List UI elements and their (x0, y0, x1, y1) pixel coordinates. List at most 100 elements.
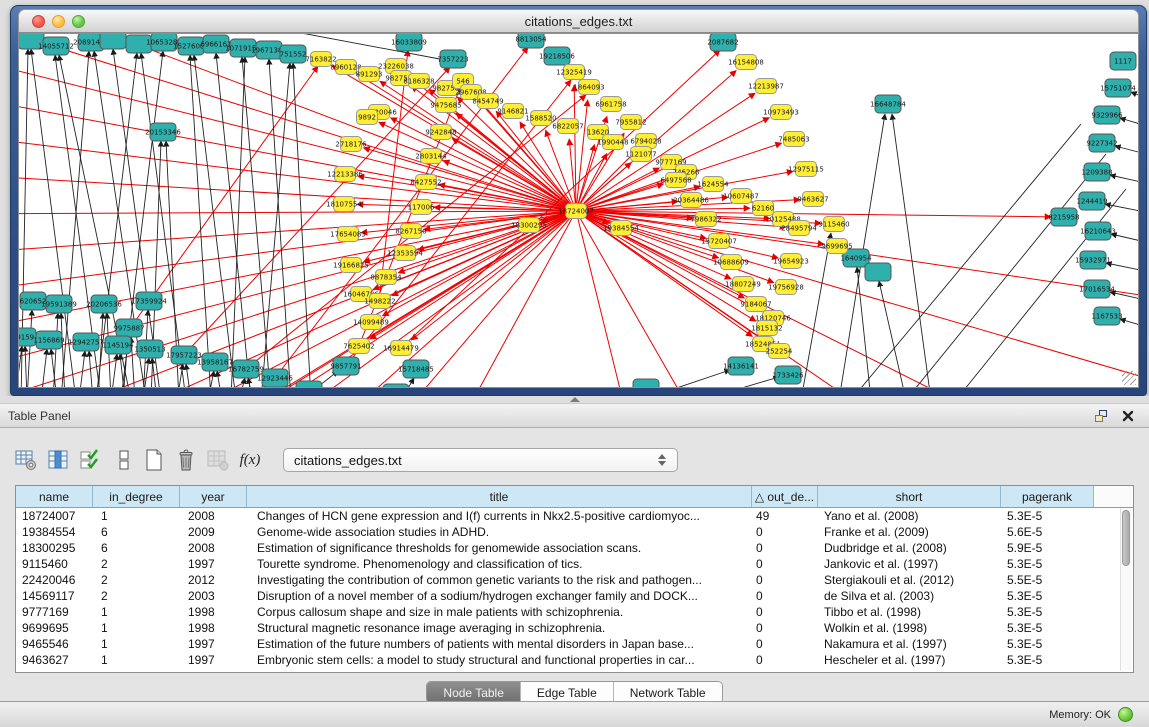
float-panel-icon[interactable] (1094, 409, 1109, 423)
graph-node[interactable]: 16914479 (383, 341, 419, 356)
graph-node[interactable]: 6961758 (595, 97, 626, 112)
panel-splitter[interactable] (0, 396, 1149, 403)
splitter-handle-icon[interactable] (570, 397, 580, 402)
table-mode-button[interactable] (12, 446, 40, 474)
graph-node[interactable]: 9227342 (1086, 134, 1117, 152)
graph-node[interactable]: 9463627 (797, 192, 828, 207)
table-row[interactable]: 1938455462009Genome-wide association stu… (16, 524, 1133, 540)
graph-node[interactable]: 751552 (280, 45, 307, 63)
table-source-select[interactable]: citations_edges.txt (283, 448, 678, 472)
graph-node[interactable]: 6822057 (552, 119, 583, 134)
column-header-2[interactable]: year (180, 486, 247, 507)
graph-node[interactable]: 19591389 (41, 295, 77, 313)
column-header-0[interactable]: name (16, 486, 93, 507)
graph-node[interactable]: 10973493 (763, 105, 799, 120)
network-canvas[interactable]: 1405571220891406106532871527600269661611… (18, 33, 1139, 388)
table-row[interactable]: 977716911998Corpus callosum shape and si… (16, 604, 1133, 620)
graph-node[interactable]: 20153346 (145, 123, 181, 141)
graph-node[interactable]: 9857791 (330, 357, 361, 375)
tab-edge-table[interactable]: Edge Table (521, 682, 614, 703)
graph-node[interactable]: 1156869 (33, 331, 64, 349)
graph-node[interactable]: 7357223 (437, 50, 468, 68)
new-column-button[interactable] (140, 446, 168, 474)
table-row[interactable]: 2242004622012Investigating the contribut… (16, 572, 1133, 588)
column-header-4[interactable]: △ out_de... (752, 486, 818, 507)
graph-node[interactable]: 12213386 (327, 167, 363, 182)
graph-node[interactable]: 19218506 (539, 47, 575, 65)
table-row[interactable]: 1872400712008Changes of HCN gene express… (16, 508, 1133, 524)
graph-node[interactable] (633, 379, 659, 388)
graph-node[interactable]: 9184067 (740, 297, 771, 312)
graph-node[interactable]: 14099489 (353, 315, 389, 330)
select-rows-button[interactable] (76, 446, 104, 474)
graph-node[interactable]: 19756928 (768, 280, 804, 295)
graph-node[interactable]: 8267150 (395, 224, 426, 239)
table-row[interactable]: 946362711997Embryonic stem cells: a mode… (16, 652, 1133, 668)
graph-node[interactable]: 12325419 (556, 65, 592, 80)
table-scrollbar[interactable] (1120, 508, 1132, 671)
graph-node[interactable]: 9115460 (818, 217, 849, 232)
network-window[interactable]: citations_edges.txt 14055712208914061065… (10, 5, 1147, 396)
graph-node[interactable]: 9975887 (113, 319, 144, 337)
delete-column-button[interactable] (172, 446, 200, 474)
graph-node[interactable]: 8813054 (515, 34, 547, 48)
graph-node[interactable]: 12353594 (387, 246, 423, 261)
table-row[interactable]: 1830029562008Estimation of significance … (16, 540, 1133, 556)
graph-node[interactable]: 19654923 (773, 254, 809, 269)
graph-node[interactable]: 16154808 (728, 55, 764, 70)
graph-node[interactable]: 17359924 (131, 292, 167, 310)
tab-network-table[interactable]: Network Table (614, 682, 722, 703)
graph-node[interactable]: 10688609 (713, 255, 749, 270)
graph-node[interactable]: 8215958 (1048, 208, 1079, 226)
graph-node[interactable] (865, 263, 891, 281)
graph-node[interactable]: 15751074 (1100, 79, 1136, 97)
graph-node[interactable]: 12923446 (257, 369, 293, 387)
table-row[interactable]: 946554611997Estimation of the future num… (16, 636, 1133, 652)
column-visibility-button[interactable] (44, 446, 72, 474)
column-header-1[interactable]: in_degree (93, 486, 180, 507)
graph-node[interactable]: 9329966 (1091, 106, 1123, 124)
graph-node[interactable]: 18107554 (326, 197, 362, 212)
graph-node[interactable]: 1733426 (772, 366, 804, 384)
graph-node[interactable]: 1244419 (1076, 192, 1107, 210)
table-scrollbar-thumb[interactable] (1122, 510, 1130, 566)
graph-node[interactable]: 15718485 (398, 360, 434, 378)
graph-node[interactable]: 12942757 (68, 333, 104, 351)
graph-node[interactable]: 1145194 (102, 336, 134, 354)
table-row[interactable]: 1456911722003Disruption of a novel membe… (16, 588, 1133, 604)
function-builder-button[interactable]: f(x) (236, 446, 264, 474)
graph-node[interactable]: 7485063 (778, 132, 809, 147)
graph-node[interactable]: 1350513 (134, 340, 165, 358)
column-header-5[interactable]: short (818, 486, 1001, 507)
table-row[interactable]: 969969511998Structural magnetic resonanc… (16, 620, 1133, 636)
graph-node[interactable]: 14055712 (38, 37, 74, 55)
column-header-6[interactable]: pagerank (1001, 486, 1094, 507)
graph-node[interactable]: 16648784 (870, 95, 906, 113)
close-panel-icon[interactable] (1121, 409, 1135, 423)
graph-node[interactable]: 20364486 (673, 193, 709, 208)
graph-node[interactable]: 2087682 (707, 34, 738, 51)
network-window-titlebar[interactable]: citations_edges.txt (18, 9, 1139, 33)
graph-node[interactable] (383, 384, 409, 388)
graph-node[interactable]: 19166825 (333, 258, 369, 273)
graph-node[interactable]: 1167533 (1091, 307, 1122, 325)
graph-node[interactable]: 16210643 (1080, 222, 1116, 240)
graph-node[interactable]: 2718176 (335, 137, 367, 152)
resize-grip-icon[interactable] (1122, 371, 1136, 385)
clear-selection-button[interactable] (110, 446, 138, 474)
graph-node[interactable]: 9892 (357, 110, 378, 125)
graph-node[interactable]: 1209388 (1081, 163, 1112, 181)
graph-node[interactable]: 12975115 (788, 162, 824, 177)
graph-node[interactable]: 12213987 (748, 79, 784, 94)
graph-node[interactable]: 17016534 (1079, 280, 1115, 298)
graph-node[interactable]: 62160 (752, 201, 774, 216)
graph-node[interactable]: 20206536 (86, 295, 122, 313)
graph-node[interactable]: 14136141 (723, 357, 759, 375)
table-row[interactable]: 911546021997Tourette syndrome. Phenomeno… (16, 556, 1133, 572)
tab-node-table[interactable]: Node Table (427, 682, 521, 703)
graph-node[interactable]: 1624554 (697, 177, 729, 192)
graph-node[interactable] (296, 381, 322, 388)
graph-node[interactable]: 15932971 (1075, 251, 1111, 269)
graph-node[interactable]: 7955812 (615, 115, 646, 130)
graph-node[interactable]: 1864093 (573, 80, 604, 95)
